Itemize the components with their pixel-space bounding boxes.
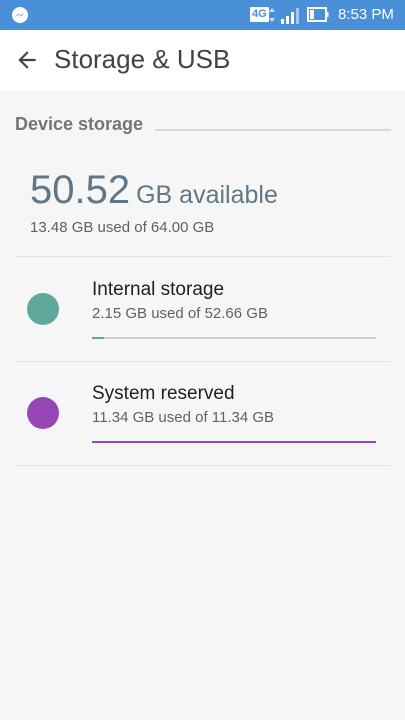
usage-bar-fill xyxy=(92,337,104,339)
back-button[interactable] xyxy=(10,43,44,77)
data-activity-icon xyxy=(269,8,275,22)
volume-usage: 2.15 GB used of 52.66 GB xyxy=(92,305,268,322)
usage-bar xyxy=(92,441,376,443)
battery-icon xyxy=(307,7,329,22)
signal-strength-icon xyxy=(281,8,299,24)
network-type-badge: 4G xyxy=(250,7,269,22)
page-title: Storage & USB xyxy=(54,44,231,74)
status-bar: 4G 8:53 PM xyxy=(0,0,405,30)
app-bar: Storage & USB xyxy=(0,30,405,90)
section-header: Device storage xyxy=(15,114,391,138)
available-value: 50.52 xyxy=(30,168,131,212)
volume-usage: 11.34 GB used of 11.34 GB xyxy=(92,409,275,426)
volume-title: System reserved xyxy=(92,383,235,404)
section-divider-line xyxy=(155,129,391,131)
volume-color-dot xyxy=(27,397,59,429)
storage-available: 50.52 GB available xyxy=(30,168,278,213)
arrow-back-icon xyxy=(18,51,36,69)
storage-row-internal[interactable]: Internal storage 2.15 GB used of 52.66 G… xyxy=(15,257,390,361)
usage-bar xyxy=(92,337,376,339)
volume-color-dot xyxy=(27,293,59,325)
volume-title: Internal storage xyxy=(92,279,225,300)
section-title: Device storage xyxy=(15,114,152,135)
storage-row-system[interactable]: System reserved 11.34 GB used of 11.34 G… xyxy=(15,361,390,465)
messenger-icon xyxy=(12,7,28,23)
divider xyxy=(15,465,390,466)
storage-used-summary: 13.48 GB used of 64.00 GB xyxy=(30,219,215,236)
usage-bar-fill xyxy=(92,441,376,443)
status-time: 8:53 PM xyxy=(338,6,394,23)
available-unit: GB available xyxy=(136,181,278,209)
